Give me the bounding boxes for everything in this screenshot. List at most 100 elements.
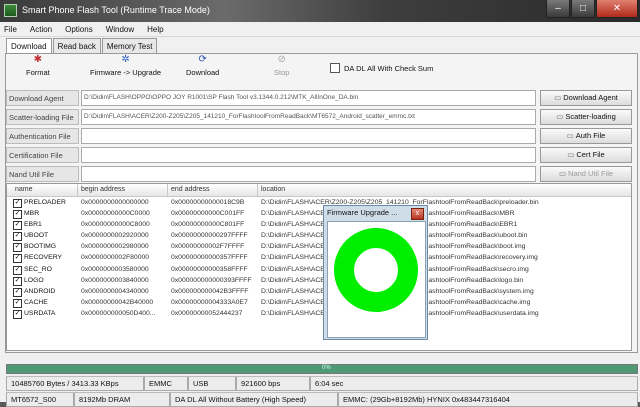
table-row[interactable]: ✓ PRELOADER 0x0000000000000000 0x0000000000… <box>7 197 631 208</box>
begin-address: 0x0000000003840000 <box>81 276 149 284</box>
folder-icon: ▭ <box>567 150 575 159</box>
row-checkbox[interactable]: ✓ <box>13 210 22 220</box>
auth-field[interactable] <box>81 128 536 144</box>
firmware-upgrade-button[interactable]: ✲ Firmware -> Upgrade <box>90 55 161 78</box>
col-location[interactable]: location <box>261 186 285 193</box>
status-mode: DA DL All Without Battery (High Speed) <box>170 393 338 407</box>
cert-file-button[interactable]: ▭ Cert File <box>540 147 632 163</box>
tab-strip: Download Read back Memory Test <box>6 38 158 54</box>
partition-name: CACHE <box>24 298 48 306</box>
menu-bar: File Action Options Window Help <box>0 22 640 37</box>
title-bar[interactable]: Smart Phone Flash Tool (Runtime Trace Mo… <box>0 0 640 22</box>
format-button[interactable]: ✱ Format <box>26 55 50 78</box>
menu-file[interactable]: File <box>4 25 17 34</box>
cert-label: Certification File <box>6 147 79 163</box>
begin-address: 0x0000000003580000 <box>81 265 149 273</box>
table-header: name begin address end address location <box>7 184 631 197</box>
dialog-title: Firmware Upgrade ... <box>327 208 398 217</box>
begin-address: 0x0000000002F80000 <box>81 254 150 262</box>
format-label: Format <box>26 68 50 77</box>
table-row[interactable]: ✓ SEC_RO 0x0000000003580000 0x0000000000035… <box>7 264 631 275</box>
end-address: 0x00000000000C001FF <box>171 210 245 218</box>
status-baud: 921600 bps <box>236 377 310 391</box>
row-checkbox[interactable]: ✓ <box>13 309 22 319</box>
row-checkbox[interactable]: ✓ <box>13 276 22 286</box>
partition-name: LOGO <box>24 276 44 284</box>
begin-address: 0x00000000000C0000 <box>81 210 150 218</box>
window-controls: – □ ✕ <box>545 0 638 18</box>
window-title: Smart Phone Flash Tool (Runtime Trace Mo… <box>22 5 210 15</box>
table-row[interactable]: ✓ USRDATA 0x000000000050D400... 0x000000000… <box>7 308 631 319</box>
begin-address: 0x000000000050D400... <box>81 309 156 317</box>
firmware-upgrade-dialog[interactable]: Firmware Upgrade ... x <box>323 205 428 340</box>
scatter-field[interactable]: D:\Didin\FLASH\ACER\Z200-Z205\Z205_14121… <box>81 109 536 125</box>
row-checkbox[interactable]: ✓ <box>13 232 22 242</box>
row-checkbox[interactable]: ✓ <box>13 265 22 275</box>
begin-address: 0x0000000002920000 <box>81 232 149 240</box>
da-dl-checksum-checkbox[interactable]: DA DL All With Check Sum <box>330 63 433 73</box>
table-row[interactable]: ✓ LOGO 0x0000000003840000 0x000000000000393… <box>7 275 631 286</box>
row-checkbox[interactable]: ✓ <box>13 199 22 208</box>
end-address: 0x00000000000C801FF <box>171 221 245 229</box>
nand-util-button[interactable]: ▭ Nand Util File <box>540 166 632 182</box>
minimize-button[interactable]: – <box>546 0 570 18</box>
scatter-row: Scatter-loading File D:\Didin\FLASH\ACER… <box>6 109 634 125</box>
row-checkbox[interactable]: ✓ <box>13 221 22 231</box>
folder-icon: ▭ <box>556 112 564 121</box>
download-agent-label: Download Agent <box>6 90 79 106</box>
maximize-button[interactable]: □ <box>571 0 595 18</box>
app-icon <box>4 4 17 17</box>
partition-name: SEC_RO <box>24 265 52 273</box>
tab-memory-test[interactable]: Memory Test <box>101 38 158 54</box>
table-row[interactable]: ✓ UBOOT 0x0000000002920000 0x00000000000297… <box>7 230 631 242</box>
tab-read-back[interactable]: Read back <box>52 38 101 54</box>
table-row[interactable]: ✓ ANDROID 0x0000000004340000 0x000000000042… <box>7 286 631 297</box>
auth-file-button[interactable]: ▭ Auth File <box>540 128 632 144</box>
app-window: Smart Phone Flash Tool (Runtime Trace Mo… <box>0 0 640 407</box>
status-time: 6:04 sec <box>310 377 638 391</box>
menu-action[interactable]: Action <box>30 25 52 34</box>
table-row[interactable]: ✓ EBR1 0x00000000000C8000 0x00000000000C801… <box>7 219 631 231</box>
row-checkbox[interactable]: ✓ <box>13 243 22 253</box>
download-button[interactable]: ⟳ Download <box>186 55 220 78</box>
begin-address: 0x00000000000C8000 <box>81 221 150 229</box>
stop-button[interactable]: ⊘ Stop <box>274 55 289 78</box>
col-end-address[interactable]: end address <box>171 186 210 193</box>
end-address: 0x000000000042B3FFFF <box>171 287 249 295</box>
table-row[interactable]: ✓ BOOTIMG 0x0000000002980000 0x00000000002F… <box>7 241 631 253</box>
begin-address: 0x00000000042B40000 <box>81 298 154 306</box>
partition-name: ANDROID <box>24 287 56 295</box>
status-bar-top: 10485760 Bytes / 3413.33 KBps EMMC USB 9… <box>6 376 638 391</box>
cert-field[interactable] <box>81 147 536 163</box>
toolbar: ✱ Format ✲ Firmware -> Upgrade ⟳ Downloa… <box>6 54 626 82</box>
partition-name: PRELOADER <box>24 199 66 206</box>
end-address: 0x00000000000018C9B <box>171 199 245 206</box>
tab-download[interactable]: Download <box>6 38 52 54</box>
partition-table: name begin address end address location … <box>6 183 632 351</box>
col-begin-address[interactable]: begin address <box>81 186 125 193</box>
menu-options[interactable]: Options <box>65 25 93 34</box>
download-agent-button[interactable]: ▭ Download Agent <box>540 90 632 106</box>
download-agent-field[interactable]: D:\Didin\FLASH\OPPO\OPPO JOY R1001\SP Fl… <box>81 90 536 106</box>
download-label: Download <box>186 68 220 77</box>
row-checkbox[interactable]: ✓ <box>13 254 22 264</box>
column-divider <box>167 184 168 196</box>
table-row[interactable]: ✓ MBR 0x00000000000C0000 0x00000000000C001F… <box>7 208 631 220</box>
scatter-loading-button[interactable]: ▭ Scatter-loading <box>540 109 632 125</box>
col-name[interactable]: name <box>15 186 33 193</box>
menu-help[interactable]: Help <box>147 25 163 34</box>
menu-window[interactable]: Window <box>106 25 134 34</box>
close-button[interactable]: ✕ <box>596 0 638 18</box>
table-row[interactable]: ✓ RECOVERY 0x0000000002F80000 0x00000000000… <box>7 252 631 264</box>
end-address: 0x000000000000393FFFF <box>171 276 252 284</box>
nand-field[interactable] <box>81 166 536 182</box>
dialog-close-button[interactable]: x <box>411 208 424 220</box>
auth-label: Authentication File <box>6 128 79 144</box>
checkbox-box <box>330 63 340 73</box>
table-row[interactable]: ✓ CACHE 0x00000000042B40000 0x0000000000433… <box>7 297 631 308</box>
row-checkbox[interactable]: ✓ <box>13 287 22 297</box>
end-address: 0x00000000052444237 <box>171 309 243 317</box>
da-dl-checksum-label: DA DL All With Check Sum <box>344 63 434 73</box>
row-checkbox[interactable]: ✓ <box>13 298 22 308</box>
progress-bar: 0% <box>6 364 638 374</box>
